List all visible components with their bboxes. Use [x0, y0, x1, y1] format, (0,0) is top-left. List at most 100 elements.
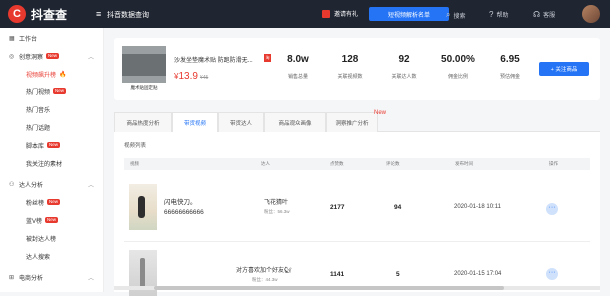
sidebar-item-label: 达人搜索 — [26, 254, 51, 261]
video-thumbnail[interactable] — [129, 184, 157, 230]
video-title[interactable]: 闪电快刀。66666666666 — [164, 198, 232, 218]
sidebar-item-label: 粉丝榜 — [26, 200, 45, 207]
more-actions-button[interactable]: ··· — [546, 268, 558, 280]
stat-value: 50.00% — [441, 54, 475, 65]
column-header-publish-time[interactable]: 发布时间 — [455, 161, 473, 167]
sidebar-item-hot-videos[interactable]: 热门视频 New — [0, 84, 104, 98]
user-avatar[interactable] — [582, 5, 600, 23]
sidebar-item-followed-materials[interactable]: 我关注的素材 — [0, 156, 104, 170]
analysis-tabs: 商品热度分析 带货视频 带货达人 商品观众画像 洞察推广分析 — [114, 112, 600, 133]
stat-label: 关联达人数 — [391, 74, 417, 80]
column-header-actions: 操作 — [549, 161, 558, 166]
product-title[interactable]: 沙发坐垫魔术贴 防跑防滑无... — [174, 55, 259, 64]
tab-audience-profile[interactable]: 商品观众画像 — [264, 112, 326, 132]
sidebar-item-video-rising[interactable]: 视频飙升榜 🔥 — [0, 67, 104, 81]
sidebar-item-influencer-analysis[interactable]: ⚇ 达人分析 ︿ — [0, 177, 104, 191]
more-actions-button[interactable]: ··· — [546, 203, 558, 215]
stat-estimated-commission: 6.95 预估佣金 — [492, 54, 528, 80]
fire-icon: 🔥 — [59, 71, 67, 78]
stat-related-influencers: 92 关联达人数 — [384, 54, 424, 80]
stat-total-sales: 8.0w 销售总量 — [280, 54, 316, 80]
table-row: 闪电快刀。66666666666 飞花猜叶 粉丝：56.3w 2177 94 2… — [124, 174, 590, 242]
tab-promotion-analysis[interactable]: 洞察推广分析 — [326, 112, 378, 132]
influencer-name[interactable]: 飞花猜叶 — [264, 197, 288, 206]
sidebar-item-label: 电商分析 — [19, 275, 44, 282]
sidebar-item-workbench[interactable]: ▦ 工作台 — [0, 31, 104, 45]
table-row: 对方喜欢加个好友🐿 粉丝：44.3w 1141 5 2020-01-15 17:… — [124, 242, 590, 296]
horizontal-scrollbar[interactable] — [114, 286, 600, 290]
video-list-panel: 视频列表 视频 达人 点赞数 评论数 发布时间 操作 闪电快刀。66666666… — [114, 132, 600, 296]
likes-count: 2177 — [330, 204, 345, 211]
customer-service-link[interactable]: ☊ 客服 — [533, 10, 555, 19]
follow-product-button[interactable]: + 关注商品 — [539, 62, 589, 76]
comments-count: 94 — [394, 204, 402, 211]
invite-gift-label: 邀请有礼 — [334, 12, 359, 18]
product-image[interactable]: 魔术贴固定贴 — [122, 46, 166, 92]
publish-time: 2020-01-18 10:11 — [454, 204, 501, 210]
video-parse-label: 短视频解析名单 — [387, 12, 430, 19]
search-label: 搜索 — [453, 13, 466, 20]
new-tag: New — [374, 110, 387, 116]
gift-icon — [322, 9, 330, 18]
sidebar-item-ecommerce-analysis[interactable]: ⊞ 电商分析 ︿ — [0, 270, 104, 284]
sidebar-item-script-library[interactable]: 脚本库 New — [0, 138, 104, 152]
top-navigation-bar: C 抖查查 ≡ 抖音数据查询 邀请有礼 短视频解析名单 ⌕ 搜索 ? 帮助 ☊ … — [0, 0, 610, 28]
service-label: 客服 — [543, 13, 556, 19]
help-link[interactable]: ? 帮助 — [489, 10, 508, 19]
scrollbar-thumb[interactable] — [154, 286, 504, 290]
influencer-fans: 粉丝：44.3w — [252, 277, 278, 282]
cart-icon: ⊞ — [9, 274, 15, 281]
video-parse-button[interactable]: 短视频解析名单 — [369, 7, 449, 21]
chevron-up-icon: ︿ — [87, 275, 94, 282]
sidebar-item-hot-music[interactable]: 热门音乐 — [0, 102, 104, 116]
stat-label: 预估佣金 — [499, 74, 520, 80]
column-header-likes[interactable]: 点赞数 — [330, 161, 344, 167]
user-icon: ⚇ — [9, 181, 15, 188]
search-link[interactable]: ⌕ 搜索 — [446, 10, 466, 20]
logo-icon: C — [8, 5, 26, 23]
sidebar-item-label: 热门音乐 — [26, 107, 51, 114]
stat-value: 8.0w — [287, 54, 309, 65]
stat-value: 6.95 — [500, 54, 520, 65]
sidebar-item-label: 我关注的素材 — [26, 161, 63, 168]
column-header-video: 视频 — [130, 161, 139, 166]
stat-related-videos: 128 关联视频数 — [330, 54, 370, 80]
sidebar-item-fans-rank[interactable]: 粉丝榜 New — [0, 195, 104, 209]
lightbulb-icon: ◎ — [9, 53, 15, 60]
sidebar-item-label: 蓝V榜 — [26, 218, 43, 225]
sidebar: ▦ 工作台 ◎ 创意洞察 New ︿ 视频飙升榜 🔥 热门视频 New 热门音乐… — [0, 28, 104, 292]
new-badge: New — [53, 88, 67, 94]
headset-icon: ☊ — [533, 10, 541, 19]
new-badge: New — [46, 53, 60, 59]
invite-gift-link[interactable]: 邀请有礼 — [322, 9, 358, 18]
sidebar-item-label: 创意洞察 — [19, 54, 44, 61]
tab-heat-analysis[interactable]: 商品热度分析 — [114, 112, 172, 132]
sidebar-item-creative-insight[interactable]: ◎ 创意洞察 New ︿ — [0, 49, 104, 63]
tab-sales-influencers[interactable]: 带货达人 — [218, 112, 264, 132]
original-price: ¥45 — [199, 75, 209, 81]
brand-logo[interactable]: C 抖查查 — [8, 5, 67, 23]
tab-sales-videos[interactable]: 带货视频 — [172, 112, 218, 133]
menu-icon[interactable]: ≡ — [96, 9, 101, 19]
product-photo — [122, 54, 166, 76]
sidebar-item-hot-topics[interactable]: 热门话题 — [0, 120, 104, 134]
sidebar-item-influencer-search[interactable]: 达人搜索 — [0, 249, 104, 263]
sidebar-item-label: 热门视频 — [26, 89, 51, 96]
publish-time: 2020-01-15 17:04 — [454, 271, 502, 277]
column-header-comments[interactable]: 评论数 — [386, 161, 400, 167]
price-value: 13.9 — [178, 71, 198, 82]
help-label: 帮助 — [496, 13, 509, 19]
stat-label: 佣金比例 — [447, 74, 468, 80]
video-preview — [140, 258, 145, 288]
likes-count: 1141 — [330, 271, 345, 278]
sidebar-item-label: 达人分析 — [19, 182, 44, 189]
taobao-badge: 淘 — [264, 54, 271, 62]
column-header-influencer: 达人 — [261, 161, 270, 166]
comments-count: 5 — [396, 271, 400, 278]
product-summary-card: 魔术贴固定贴 沙发坐垫魔术贴 防跑防滑无... 淘 ¥13.9 ¥45 8.0w … — [114, 38, 600, 100]
sidebar-item-label: 工作台 — [19, 36, 38, 43]
video-preview — [138, 196, 145, 218]
sidebar-item-banned-rank[interactable]: 被封达人榜 — [0, 231, 104, 245]
influencer-name[interactable]: 对方喜欢加个好友🐿 — [236, 265, 292, 274]
sidebar-item-blue-v-rank[interactable]: 蓝V榜 New — [0, 213, 104, 227]
